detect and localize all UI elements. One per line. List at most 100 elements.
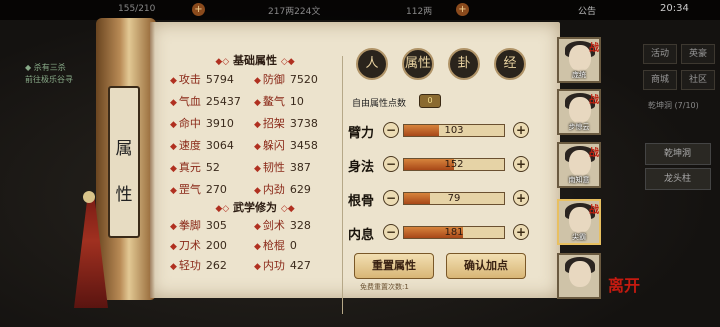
attr-value: 181: [444, 227, 464, 238]
decrease-button[interactable]: −: [383, 190, 399, 206]
portrait-face: [569, 150, 591, 176]
portrait-name: 南知意: [568, 176, 590, 184]
activity-button[interactable]: 活动: [643, 44, 677, 64]
stat-dodge: ◆ 躲闪 3458: [254, 139, 318, 152]
hero-tab-icon[interactable]: 人: [356, 48, 388, 80]
tassel-knot: [83, 191, 95, 203]
hero-portrait[interactable]: 战南知意: [557, 142, 601, 188]
skill-inner: ◆ 内功 427: [254, 259, 311, 272]
stat-zhen-yuan: ◆ 真元 52: [170, 161, 220, 174]
portrait-name: 步惊云: [568, 123, 590, 131]
attr-value: 79: [447, 193, 461, 204]
attr-value: 103: [444, 125, 464, 136]
ornament-icon: ◇◆: [280, 57, 295, 67]
basic-attr-title: ◆◇ 基础属性 ◇◆: [180, 52, 330, 68]
attr-name: 根骨: [348, 194, 375, 209]
increase-button[interactable]: +: [513, 224, 529, 240]
decrease-button[interactable]: −: [383, 122, 399, 138]
stat-parry: ◆ 招架 3738: [254, 117, 318, 130]
portrait-name: 尖霸: [572, 233, 586, 241]
skill-lightness: ◆ 轻功 262: [170, 259, 227, 272]
stat-icon: ◆: [254, 164, 261, 174]
battle-mark: 战: [589, 95, 599, 106]
attr-bar: 152: [403, 158, 505, 171]
portrait-face: [569, 45, 591, 71]
stat-icon: ◆: [170, 120, 177, 130]
stat-icon: ◆: [170, 262, 177, 272]
martial-title-text: 武学修为: [233, 201, 277, 214]
notice-button[interactable]: 公告: [578, 4, 596, 17]
free-points-value: 0: [419, 94, 441, 108]
attr-bar: 103: [403, 124, 505, 137]
skill-sword: ◆ 剑术 328: [254, 219, 311, 232]
hero-portrait-selected[interactable]: 战尖霸: [557, 199, 601, 245]
stat-icon: ◆: [254, 142, 261, 152]
quest-tracker[interactable]: ◆ 杀有三杀 前往极乐谷寻: [25, 62, 105, 86]
hero-portrait[interactable]: [557, 253, 601, 299]
attr-bar: 79: [403, 192, 505, 205]
decrease-button[interactable]: −: [383, 224, 399, 240]
resource-stamina: 155/210: [118, 4, 156, 14]
longtou-button[interactable]: 龙头柱: [645, 168, 711, 190]
qiankun-button[interactable]: 乾坤洞: [645, 143, 711, 165]
hero-portrait[interactable]: 战步惊云: [557, 89, 601, 135]
stat-icon: ◆: [170, 142, 177, 152]
portrait-face: [569, 97, 591, 123]
attribute-tab-icon[interactable]: 属性: [402, 48, 434, 80]
shop-button[interactable]: 商城: [643, 70, 677, 90]
battle-mark: 战: [589, 148, 599, 159]
stat-attack: ◆ 攻击 5794: [170, 73, 234, 86]
leave-button[interactable]: 离开: [608, 272, 640, 296]
add-gold-button[interactable]: +: [456, 3, 469, 16]
increase-button[interactable]: +: [513, 190, 529, 206]
reset-hint: 免费重置次数:1: [360, 283, 409, 291]
skill-spear: ◆ 枪棍 0: [254, 239, 297, 252]
stat-icon: ◆: [170, 242, 177, 252]
add-stamina-button[interactable]: +: [192, 3, 205, 16]
stat-icon: ◆: [170, 186, 177, 196]
stat-accuracy: ◆ 命中 3910: [170, 117, 234, 130]
stat-icon: ◆: [254, 98, 261, 108]
increase-button[interactable]: +: [513, 122, 529, 138]
attr-name: 臂力: [348, 126, 375, 141]
stat-icon: ◆: [254, 120, 261, 130]
stat-icon: ◆: [170, 76, 177, 86]
bagua-tab-icon[interactable]: 卦: [448, 48, 480, 80]
stat-icon: ◆: [170, 222, 177, 232]
attr-value: 152: [444, 159, 464, 170]
community-button[interactable]: 社区: [681, 70, 715, 90]
stat-icon: ◆: [254, 242, 261, 252]
increase-button[interactable]: +: [513, 156, 529, 172]
stat-icon: ◆: [170, 164, 177, 174]
clock: 20:34: [660, 3, 689, 14]
stat-speed: ◆ 速度 3064: [170, 139, 234, 152]
scroll-tag-char: 属: [115, 139, 133, 159]
stat-defense: ◆ 防御 7520: [254, 73, 318, 86]
martial-title: ◆◇ 武学修为 ◇◆: [180, 199, 330, 215]
ranking-button[interactable]: 英豪: [681, 44, 715, 64]
scroll-tag-char: 性: [115, 185, 133, 205]
skill-blade: ◆ 刀术 200: [170, 239, 227, 252]
quest-line: ◆ 杀有三杀: [25, 63, 66, 72]
meridian-tab-icon[interactable]: 经: [494, 48, 526, 80]
stat-toughness: ◆ 韧性 387: [254, 161, 311, 174]
portrait-face: [569, 207, 591, 233]
divider: [342, 56, 343, 314]
decrease-button[interactable]: −: [383, 156, 399, 172]
stat-ao-qi: ◆ 鳌气 10: [254, 95, 304, 108]
ornament-icon: ◇◆: [280, 204, 295, 214]
battle-mark: 战: [589, 43, 599, 54]
stat-icon: ◆: [254, 262, 261, 272]
stat-inner-force: ◆ 内劲 629: [254, 183, 311, 196]
scroll-tag: 属 性: [108, 86, 140, 238]
stat-hp: ◆ 气血 25437: [170, 95, 241, 108]
attr-name: 内息: [348, 228, 375, 243]
portrait-name: 庞统: [572, 71, 586, 79]
ornament-icon: ◆◇: [215, 204, 230, 214]
region-label: 乾坤洞 (7/10): [648, 101, 699, 110]
skill-fist: ◆ 拳脚 305: [170, 219, 227, 232]
confirm-points-button[interactable]: 确认加点: [446, 253, 526, 279]
free-points-label: 自由属性点数: [352, 99, 407, 109]
hero-portrait[interactable]: 战庞统: [557, 37, 601, 83]
reset-attributes-button[interactable]: 重置属性: [354, 253, 434, 279]
